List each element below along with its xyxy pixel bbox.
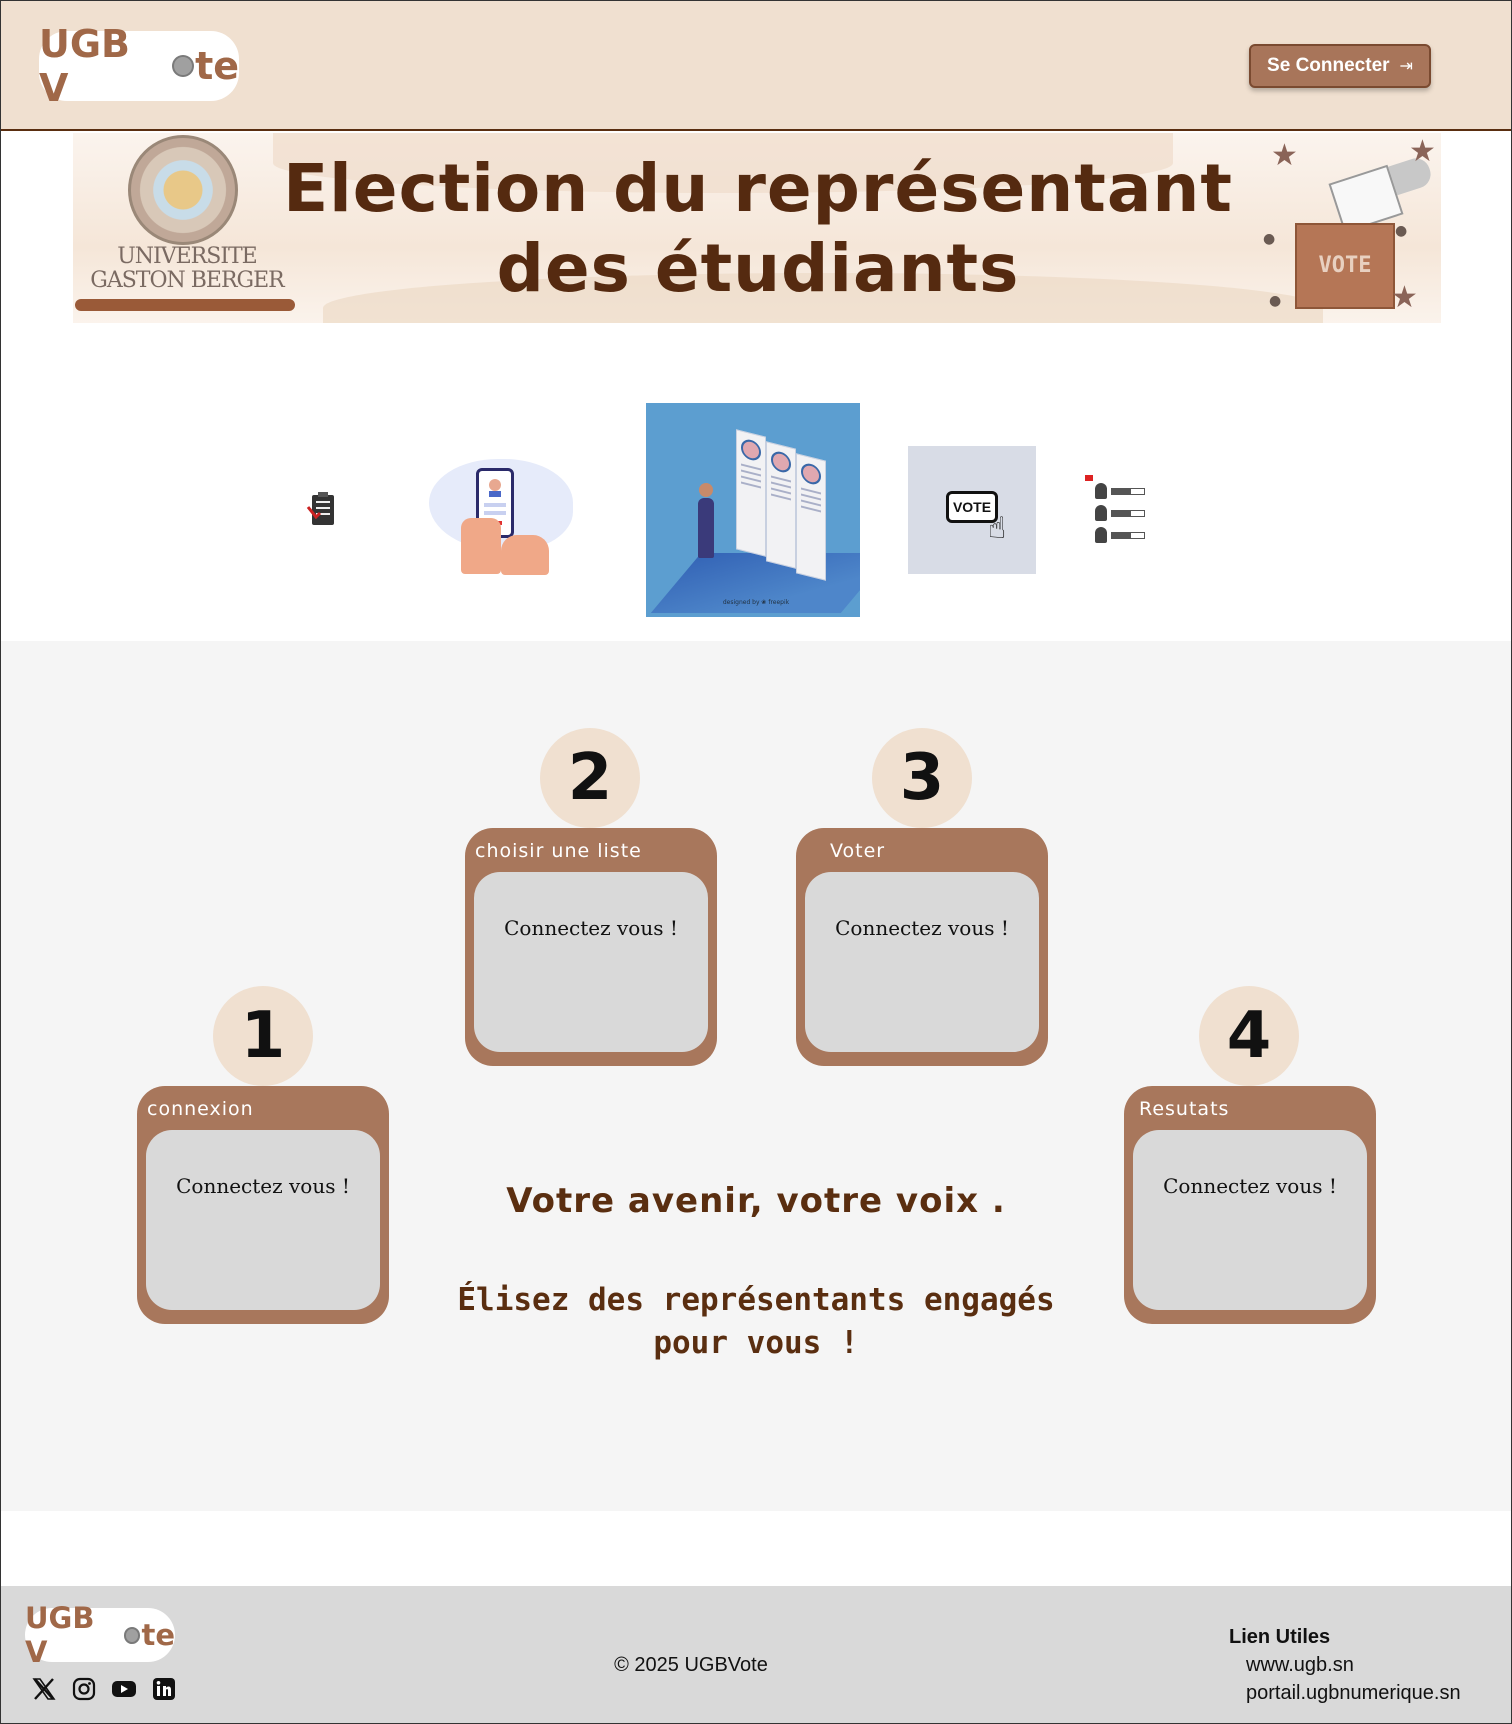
dot-icon: ●	[1263, 231, 1276, 247]
logo-text-suffix: te	[195, 44, 239, 88]
step-title: connexion	[147, 1098, 254, 1120]
step-text: Connectez vous !	[1163, 1174, 1337, 1198]
x-icon[interactable]	[31, 1676, 57, 1702]
link-portail[interactable]: portail.ugbnumerique.sn	[1246, 1682, 1461, 1705]
hand-icon	[501, 535, 549, 575]
copyright-text: © 2025 UGBVote	[614, 1654, 768, 1676]
dot-icon: ●	[1395, 223, 1408, 239]
step-text: Connectez vous !	[176, 1174, 350, 1198]
tagline: Élisez des représentants engagés pour vo…	[457, 1282, 1055, 1361]
footer-logo[interactable]: UGB V te	[25, 1601, 175, 1669]
step-content: Connectez vous !	[146, 1130, 380, 1310]
youtube-icon[interactable]	[111, 1676, 137, 1702]
candidate-card	[736, 429, 766, 557]
ballot-o-icon	[172, 55, 195, 77]
person-icon	[698, 498, 714, 558]
dot-icon: ●	[1269, 293, 1282, 309]
linkedin-icon[interactable]	[151, 1676, 177, 1702]
header-logo[interactable]: UGB V te	[39, 22, 239, 110]
illustration-strip: designed by ❀ freepik VOTE ☝	[1, 323, 1511, 641]
logo-text-suffix: te	[141, 1618, 175, 1652]
hand-icon	[461, 518, 501, 574]
step-title: Voter	[830, 840, 886, 862]
star-icon: ★	[1271, 138, 1298, 173]
step-content: Connectez vous !	[805, 872, 1039, 1052]
vote-click-illustration: VOTE ☝	[908, 446, 1036, 574]
ballot-o-icon	[123, 1626, 141, 1644]
candidates-illustration: designed by ❀ freepik	[646, 403, 860, 617]
se-connecter-label: Se Connecter	[1267, 55, 1390, 76]
person-icon	[699, 483, 713, 497]
social-links	[31, 1676, 177, 1702]
logo-text-prefix: UGB V	[25, 1601, 95, 1669]
step-text: Connectez vous !	[504, 916, 678, 940]
star-icon: ★	[1391, 280, 1418, 315]
step-card-voter[interactable]: Voter Connectez vous !	[796, 828, 1048, 1066]
step-number-4: 4	[1199, 986, 1299, 1086]
se-connecter-button[interactable]: Se Connecter ⇥	[1249, 44, 1431, 88]
pointer-hand-icon: ☝	[988, 511, 1007, 546]
banner-title: Election du représentant des étudiants	[283, 150, 1233, 307]
link-ugb[interactable]: www.ugb.sn	[1246, 1654, 1354, 1677]
candidate-card	[796, 453, 826, 581]
university-seal-icon	[128, 135, 238, 245]
ballot-clipboard-icon	[306, 491, 338, 527]
login-arrow-icon: ⇥	[1399, 58, 1413, 75]
ballot-box-label: VOTE	[1318, 253, 1372, 278]
red-marker	[1085, 475, 1093, 481]
useful-links-title: Lien Utiles	[1229, 1626, 1331, 1648]
star-icon: ★	[1409, 134, 1436, 169]
page: UGB V te Se Connecter ⇥ UNIVERSITE GASTON…	[0, 0, 1512, 1724]
ballot-box-icon: VOTE	[1295, 223, 1395, 309]
step-card-choisir-liste[interactable]: choisir une liste Connectez vous !	[465, 828, 717, 1066]
step-content: Connectez vous !	[474, 872, 708, 1052]
election-banner: UNIVERSITE GASTON BERGER Election du rep…	[73, 133, 1441, 323]
candidate-card	[766, 441, 796, 569]
header: UGB V te Se Connecter ⇥	[1, 1, 1511, 131]
footer: UGB V te © 2025 UGBVote Lien Utiles www.u…	[1, 1586, 1511, 1723]
step-card-connexion[interactable]: connexion Connectez vous !	[137, 1086, 389, 1324]
steps-section: 1 connexion Connectez vous ! 2 choisir u…	[1, 641, 1511, 1511]
ranking-list-icon	[1083, 475, 1147, 545]
step-title: choisir une liste	[475, 840, 642, 862]
step-title: Resutats	[1139, 1098, 1230, 1120]
step-number-3: 3	[872, 728, 972, 828]
step-number-1: 1	[213, 986, 313, 1086]
step-number-2: 2	[540, 728, 640, 828]
instagram-icon[interactable]	[71, 1676, 97, 1702]
step-content: Connectez vous !	[1133, 1130, 1367, 1310]
slogan: Votre avenir, votre voix .	[506, 1181, 1006, 1221]
logo-text-prefix: UGB V	[39, 22, 131, 110]
step-card-resultats[interactable]: Resutats Connectez vous !	[1124, 1086, 1376, 1324]
step-text: Connectez vous !	[835, 916, 1009, 940]
illustration-credit: designed by ❀ freepik	[722, 599, 790, 606]
